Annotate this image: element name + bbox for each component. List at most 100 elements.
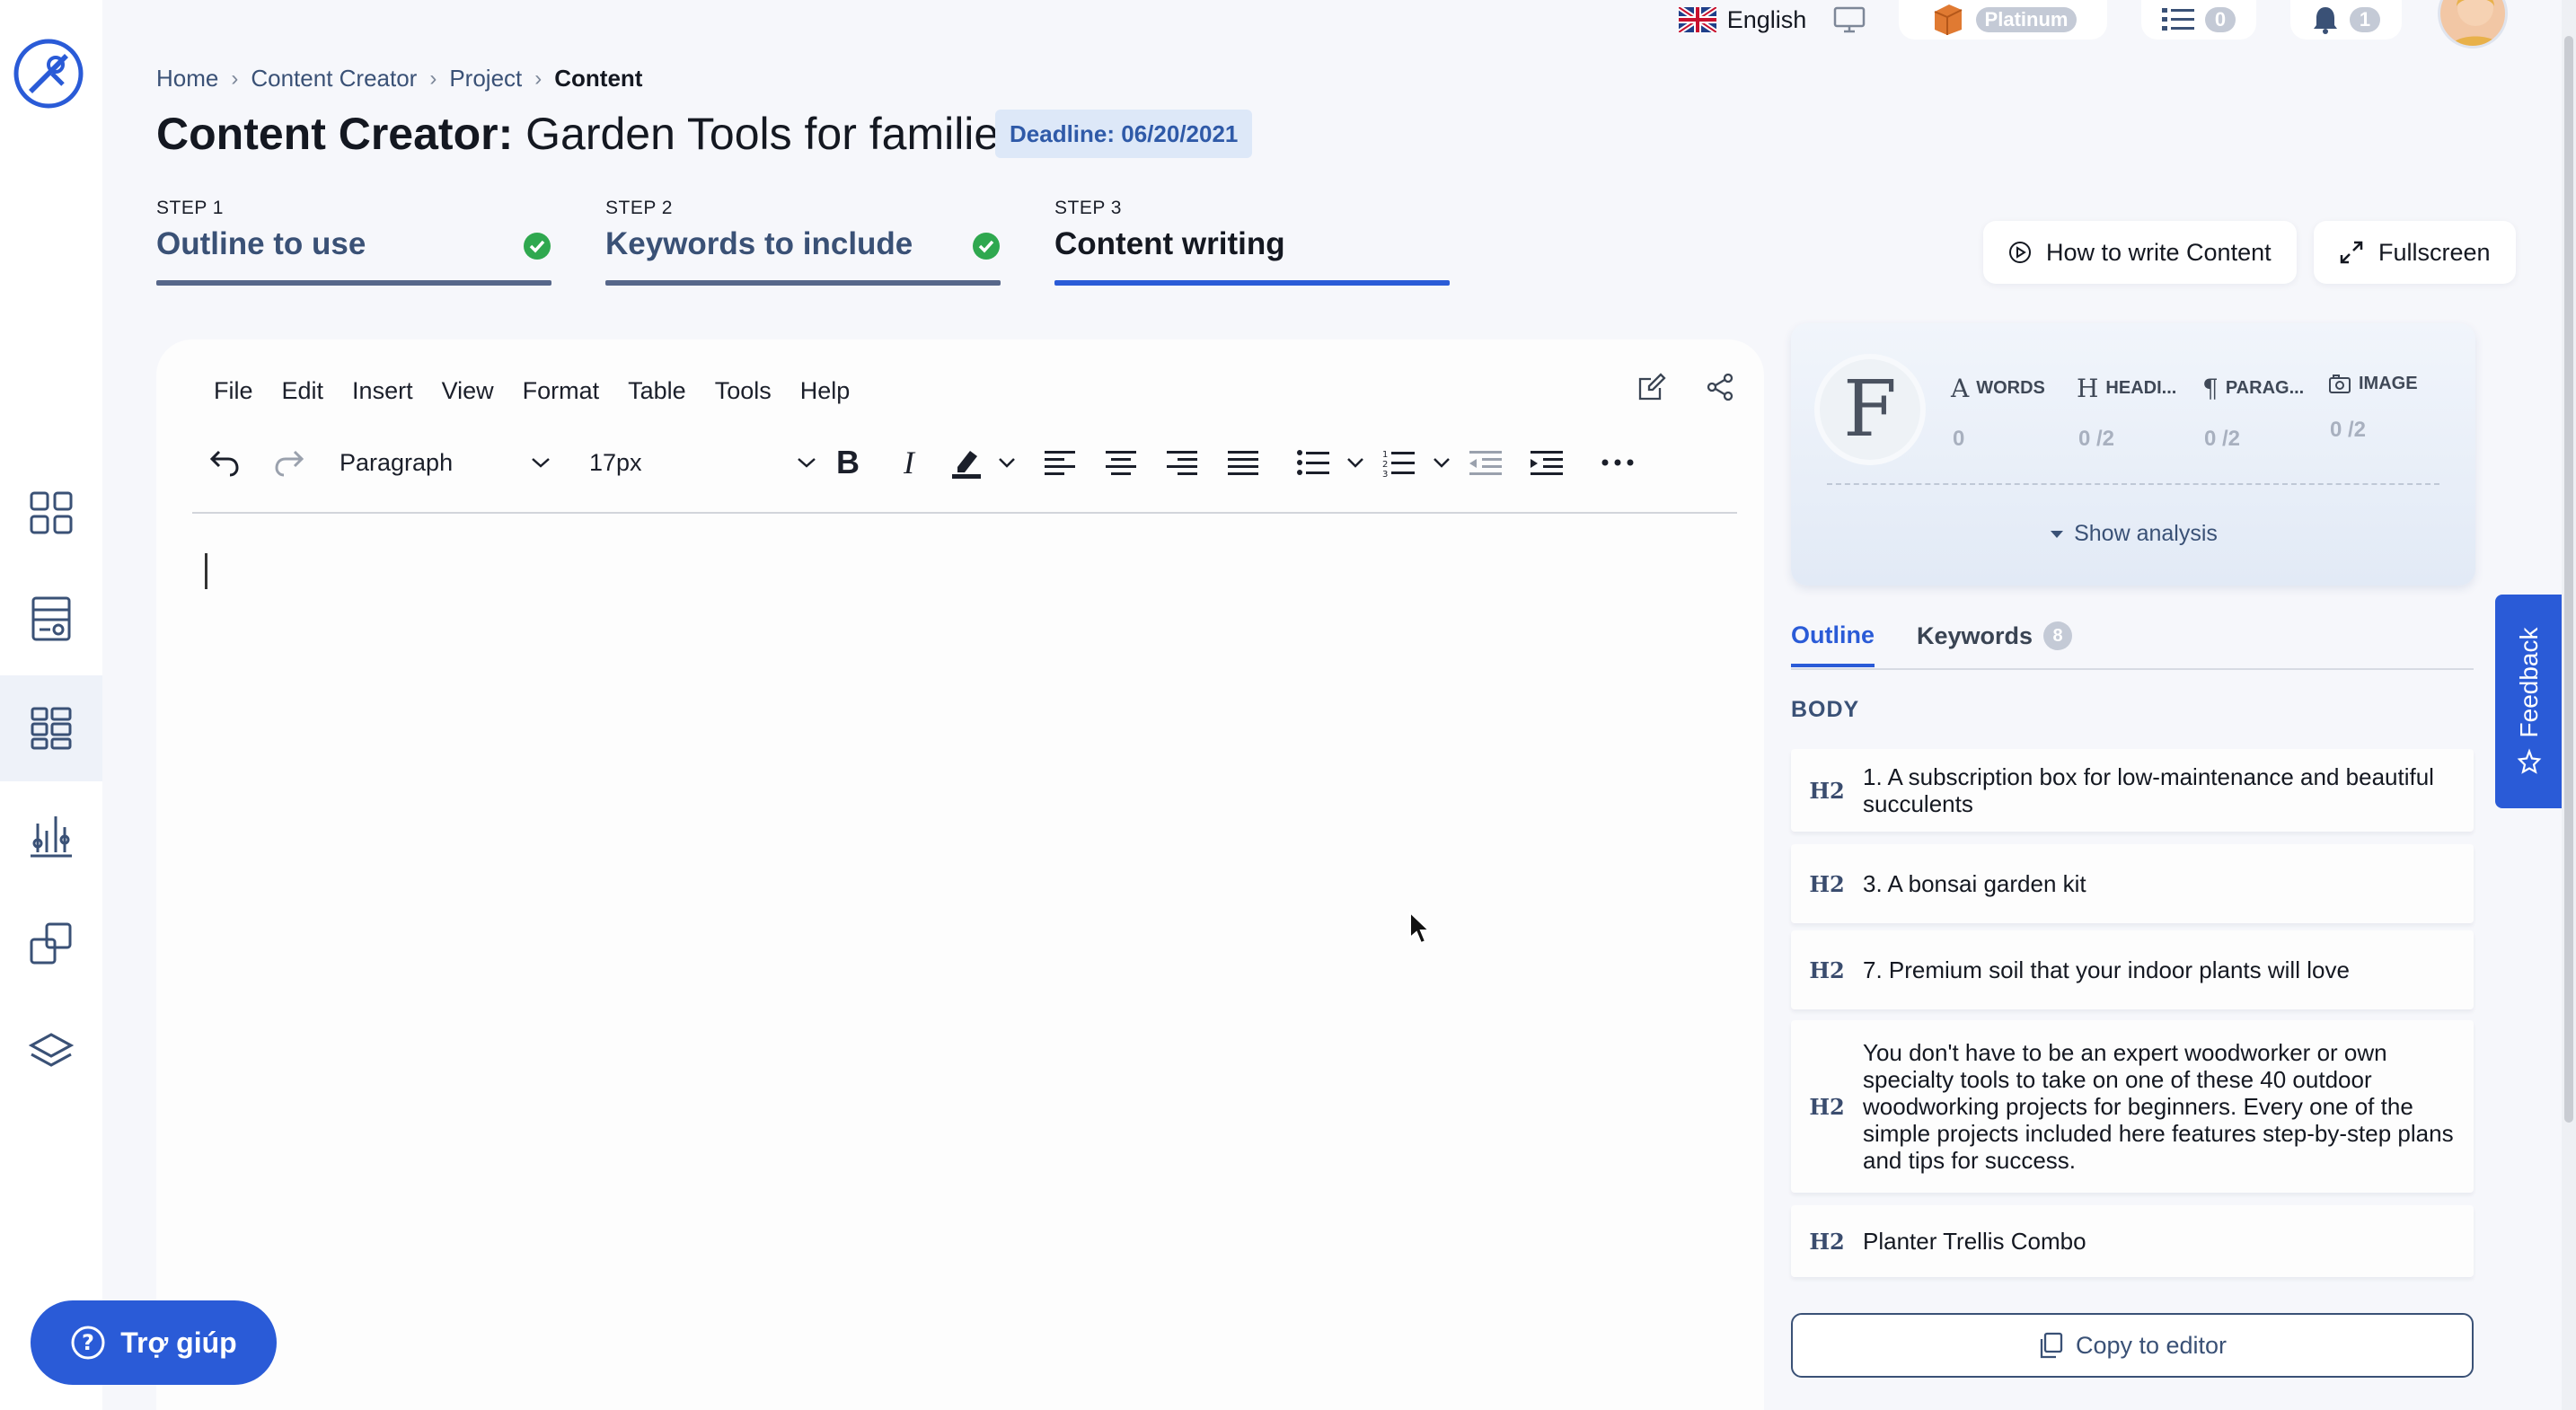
app-logo-icon[interactable] bbox=[13, 38, 84, 110]
stat-headings: H HEADI... 0 /2 bbox=[2077, 374, 2202, 452]
stats-divider bbox=[1827, 483, 2439, 485]
nav-dashboard-icon[interactable] bbox=[0, 460, 102, 566]
tasks-button[interactable]: 0 bbox=[2141, 0, 2256, 40]
image-icon bbox=[2329, 374, 2351, 393]
stat-words: A WORDS 0 bbox=[1951, 374, 2077, 452]
more-options-icon[interactable] bbox=[1577, 436, 1658, 489]
step-outline[interactable]: STEP 1 Outline to use bbox=[156, 198, 551, 286]
edit-icon[interactable] bbox=[1636, 372, 1667, 402]
menu-view[interactable]: View bbox=[442, 377, 494, 405]
outdent-icon[interactable] bbox=[1455, 436, 1516, 489]
step-progress-bar bbox=[1054, 280, 1450, 286]
italic-icon[interactable]: I bbox=[878, 436, 940, 489]
svg-text:?: ? bbox=[82, 1330, 94, 1355]
show-analysis-toggle[interactable]: Show analysis bbox=[1791, 521, 2475, 547]
stat-images-value: 0 /2 bbox=[2330, 418, 2367, 442]
outline-item[interactable]: H2 Planter Trellis Combo bbox=[1791, 1205, 2474, 1277]
stat-words-label: WORDS bbox=[1976, 378, 2045, 398]
step-progress-bar bbox=[156, 280, 551, 286]
menu-help[interactable]: Help bbox=[800, 377, 851, 405]
nav-content-icon[interactable] bbox=[0, 675, 102, 781]
svg-text:3: 3 bbox=[1382, 470, 1388, 477]
stat-headings-label: HEADI... bbox=[2105, 378, 2177, 398]
menu-table[interactable]: Table bbox=[628, 377, 686, 405]
indent-icon[interactable] bbox=[1516, 436, 1577, 489]
plan-label: Platinum bbox=[1975, 7, 2078, 32]
outline-item[interactable]: H2 3. A bonsai garden kit bbox=[1791, 844, 2474, 923]
copy-to-editor-button[interactable]: Copy to editor bbox=[1791, 1313, 2474, 1378]
menu-edit[interactable]: Edit bbox=[282, 377, 324, 405]
language-selector[interactable]: English bbox=[1667, 0, 1818, 40]
how-to-write-button[interactable]: How to write Content bbox=[1983, 221, 2297, 284]
outline-item[interactable]: H2 1. A subscription box for low-mainten… bbox=[1791, 749, 2474, 832]
font-size-select[interactable]: 17px bbox=[571, 436, 817, 489]
stat-paragraphs-label: PARAG... bbox=[2225, 378, 2305, 398]
stat-images-label: IMAGE bbox=[2359, 374, 2418, 393]
bullet-list-dropdown-icon[interactable] bbox=[1342, 436, 1369, 489]
page-scrollbar[interactable] bbox=[2562, 0, 2576, 1410]
stat-words-value: 0 bbox=[1953, 427, 1965, 451]
fullscreen-button[interactable]: Fullscreen bbox=[2314, 221, 2516, 284]
breadcrumb-project[interactable]: Project bbox=[449, 65, 522, 93]
menu-insert[interactable]: Insert bbox=[352, 377, 413, 405]
numbered-list-dropdown-icon[interactable] bbox=[1428, 436, 1455, 489]
numbered-list-icon[interactable]: 123 bbox=[1369, 436, 1428, 489]
copy-to-editor-label: Copy to editor bbox=[2075, 1331, 2228, 1359]
heading-icon: H bbox=[2077, 374, 2099, 403]
outline-section-label: BODY bbox=[1791, 697, 1860, 722]
tab-outline[interactable]: Outline bbox=[1791, 621, 1875, 667]
highlight-dropdown-icon[interactable] bbox=[993, 436, 1020, 489]
highlight-icon[interactable] bbox=[940, 436, 993, 489]
outline-item[interactable]: H2 You don't have to be an expert woodwo… bbox=[1791, 1020, 2474, 1193]
content-editor[interactable]: File Edit Insert View Format Table Tools… bbox=[156, 339, 1764, 1410]
outline-keywords-tabs: Outline Keywords 8 bbox=[1791, 620, 2474, 670]
block-format-select[interactable]: Paragraph bbox=[322, 436, 551, 489]
block-format-value: Paragraph bbox=[340, 448, 454, 476]
align-center-icon[interactable] bbox=[1090, 436, 1151, 489]
align-justify-icon[interactable] bbox=[1213, 436, 1274, 489]
expand-icon bbox=[2340, 241, 2363, 264]
breadcrumb-content-creator[interactable]: Content Creator bbox=[251, 65, 417, 93]
align-right-icon[interactable] bbox=[1151, 436, 1213, 489]
share-icon[interactable] bbox=[1705, 372, 1735, 402]
nav-shapes-icon[interactable] bbox=[0, 891, 102, 997]
step-content-writing[interactable]: STEP 3 Content writing bbox=[1054, 198, 1450, 286]
menu-tools[interactable]: Tools bbox=[715, 377, 772, 405]
chevron-down-icon bbox=[532, 458, 550, 468]
help-label: Trợ giúp bbox=[120, 1326, 237, 1359]
breadcrumb-home[interactable]: Home bbox=[156, 65, 218, 93]
user-avatar[interactable] bbox=[2438, 0, 2508, 48]
scrollbar-thumb[interactable] bbox=[2564, 36, 2573, 1123]
bold-icon[interactable]: B bbox=[817, 436, 878, 489]
undo-icon[interactable] bbox=[192, 436, 257, 489]
breadcrumb: Home › Content Creator › Project › Conte… bbox=[156, 65, 642, 93]
nav-analytics-icon[interactable] bbox=[0, 783, 102, 889]
heading-tag: H2 bbox=[1809, 956, 1845, 983]
monitor-icon[interactable] bbox=[1818, 0, 1881, 40]
menu-file[interactable]: File bbox=[214, 377, 253, 405]
step-name: Outline to use bbox=[156, 226, 366, 261]
tab-outline-label: Outline bbox=[1791, 621, 1875, 648]
how-to-write-label: How to write Content bbox=[2046, 238, 2272, 266]
step-keywords[interactable]: STEP 2 Keywords to include bbox=[605, 198, 1001, 286]
feedback-tab[interactable]: Feedback bbox=[2495, 595, 2563, 808]
nav-report-icon[interactable] bbox=[0, 566, 102, 672]
plan-badge[interactable]: Platinum bbox=[1899, 0, 2107, 40]
heading-tag: H2 bbox=[1809, 870, 1845, 897]
outline-item-text: 3. A bonsai garden kit bbox=[1863, 870, 2086, 897]
notifications-button[interactable]: 1 bbox=[2290, 0, 2402, 40]
paragraph-icon: ¶ bbox=[2202, 374, 2219, 403]
outline-item[interactable]: H2 7. Premium soil that your indoor plan… bbox=[1791, 930, 2474, 1009]
align-left-icon[interactable] bbox=[1029, 436, 1090, 489]
heading-tag: H2 bbox=[1809, 1228, 1845, 1255]
step-name: Content writing bbox=[1054, 226, 1285, 261]
bell-icon bbox=[2314, 7, 2337, 34]
heading-tag: H2 bbox=[1809, 777, 1845, 804]
bullet-list-icon[interactable] bbox=[1284, 436, 1342, 489]
tab-keywords[interactable]: Keywords 8 bbox=[1917, 621, 2073, 650]
menu-format[interactable]: Format bbox=[523, 377, 600, 405]
nav-layers-icon[interactable] bbox=[0, 999, 102, 1105]
help-button[interactable]: ? Trợ giúp bbox=[31, 1300, 277, 1385]
left-sidebar bbox=[0, 0, 102, 1410]
redo-icon[interactable] bbox=[257, 436, 322, 489]
